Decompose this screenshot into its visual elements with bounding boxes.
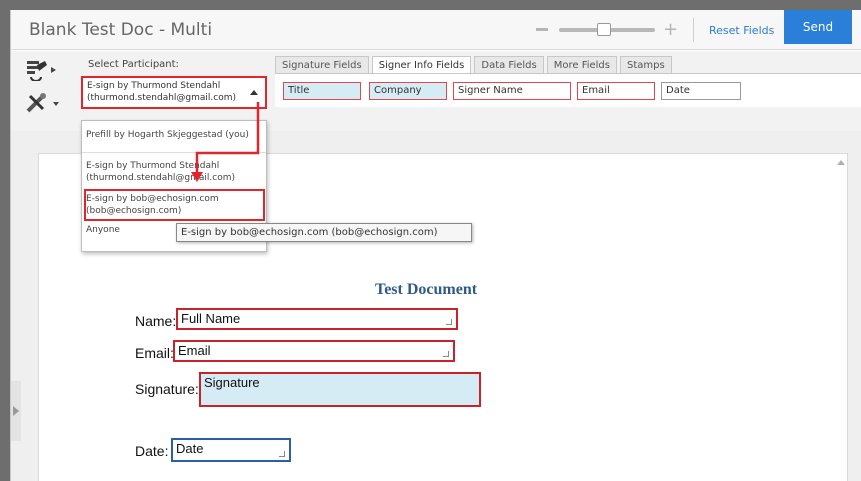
dropdown-tooltip: E-sign by bob@echosign.com (bob@echosign… xyxy=(176,223,472,242)
dropdown-item-label: Prefill by Hogarth Skjeggestad (you) xyxy=(86,130,249,140)
chevron-right-icon xyxy=(13,406,19,416)
title-bar: Blank Test Doc - Multi + Reset Fields Se… xyxy=(11,10,861,50)
company-field-chip[interactable]: Company xyxy=(369,82,447,100)
selected-participant-email: (thurmond.stendahl@gmail.com) xyxy=(87,93,237,103)
email-field-label: Email xyxy=(178,343,211,358)
dropdown-item-prefill[interactable]: Prefill by Hogarth Skjeggestad (you) xyxy=(86,129,262,141)
dropdown-item-email: (thurmond.stendahl@gmail.com) xyxy=(86,173,236,183)
name-label: Name: xyxy=(135,313,177,329)
scroll-up-icon[interactable] xyxy=(837,160,845,165)
email-field-chip[interactable]: Email xyxy=(577,82,655,100)
date-field-label: Date xyxy=(176,441,204,456)
select-participant-label: Select Participant: xyxy=(88,59,179,70)
date-field[interactable]: Date xyxy=(171,438,291,462)
dropdown-item-thurmond[interactable]: E-sign by Thurmond Stendahl (thurmond.st… xyxy=(86,160,262,184)
field-tabs: Signature Fields Signer Info Fields Data… xyxy=(275,56,675,74)
chevron-up-icon xyxy=(250,90,258,95)
tab-stamps[interactable]: Stamps xyxy=(620,56,672,74)
send-button[interactable]: Send xyxy=(784,10,852,44)
resize-handle-icon[interactable] xyxy=(443,351,449,357)
authoring-toolbar: Select Participant: E-sign by Thurmond S… xyxy=(11,51,861,131)
full-name-field[interactable]: Full Name xyxy=(176,308,458,330)
dropdown-item-label: E-sign by Thurmond Stendahl xyxy=(86,161,220,171)
zoom-out-icon[interactable] xyxy=(536,28,548,31)
selected-participant-name: E-sign by Thurmond Stendahl xyxy=(87,81,221,91)
signature-label: Signature: xyxy=(135,381,199,397)
date-field-chip[interactable]: Date xyxy=(661,82,741,100)
title-field-chip[interactable]: Title xyxy=(283,82,361,100)
email-field[interactable]: Email xyxy=(173,340,455,362)
document-heading: Test Document xyxy=(375,281,478,298)
screenshot-frame: Blank Test Doc - Multi + Reset Fields Se… xyxy=(0,0,861,481)
annotation-highlight-box xyxy=(84,189,265,221)
dropdown-separator xyxy=(82,152,266,153)
email-label: Email: xyxy=(135,345,174,361)
document-title: Blank Test Doc - Multi xyxy=(29,20,213,40)
signer-name-field-chip[interactable]: Signer Name xyxy=(453,82,571,100)
resize-handle-icon[interactable] xyxy=(446,319,452,325)
signature-field[interactable]: Signature xyxy=(199,372,481,407)
tab-panel: Title Company Signer Name Email Date xyxy=(275,73,861,107)
full-name-field-label: Full Name xyxy=(181,311,241,326)
tab-more-fields[interactable]: More Fields xyxy=(546,56,617,74)
field-tools-icon[interactable] xyxy=(25,91,63,115)
signer-tool-icon[interactable] xyxy=(25,59,63,81)
app-window: Blank Test Doc - Multi + Reset Fields Se… xyxy=(10,10,861,481)
tab-data-fields[interactable]: Data Fields xyxy=(474,56,544,74)
zoom-in-icon[interactable]: + xyxy=(663,21,678,39)
side-panel-toggle[interactable] xyxy=(11,381,21,441)
reset-fields-link[interactable]: Reset Fields xyxy=(709,24,774,37)
participant-select[interactable]: E-sign by Thurmond Stendahl (thurmond.st… xyxy=(81,76,267,109)
zoom-slider-thumb[interactable] xyxy=(597,23,611,36)
tab-signer-info-fields[interactable]: Signer Info Fields xyxy=(371,56,472,74)
tab-signature-fields[interactable]: Signature Fields xyxy=(275,56,369,74)
resize-handle-icon[interactable] xyxy=(279,451,285,457)
divider xyxy=(693,18,694,42)
signature-field-label: Signature xyxy=(204,375,260,390)
date-label: Date: xyxy=(135,443,169,459)
